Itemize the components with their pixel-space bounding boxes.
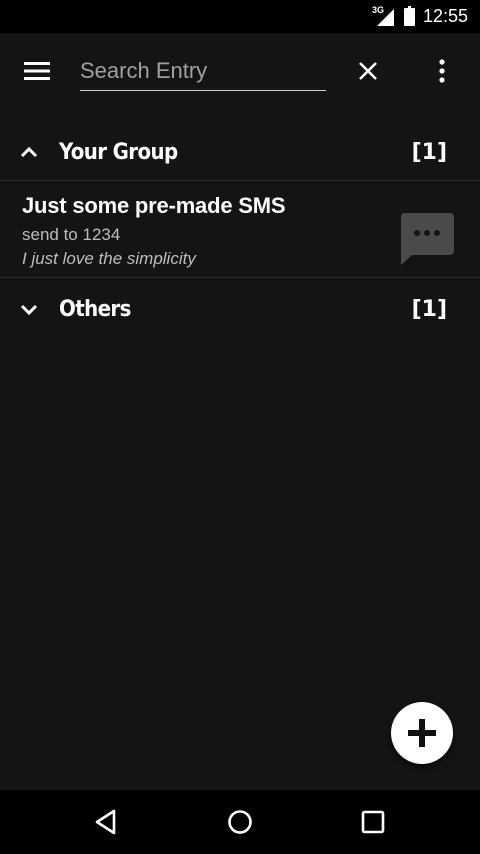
recents-square-icon[interactable] xyxy=(359,808,387,836)
group-name: Others xyxy=(59,296,131,322)
search-field[interactable] xyxy=(80,53,326,91)
chevron-up-icon xyxy=(18,141,40,163)
clock: 12:55 xyxy=(422,6,468,26)
signal-icon: 3G xyxy=(371,4,396,27)
status-bar: 3G 12:55 xyxy=(0,0,480,33)
entry-recipient: send to 1234 xyxy=(22,225,121,244)
search-input[interactable] xyxy=(80,53,326,89)
close-icon[interactable] xyxy=(352,57,384,85)
entry-note: I just love the simplicity xyxy=(22,249,196,268)
more-vert-icon[interactable] xyxy=(430,55,454,87)
list-item[interactable]: Just some pre-made SMS send to 1234 I ju… xyxy=(0,181,480,277)
battery-icon xyxy=(403,5,415,26)
sms-icon[interactable] xyxy=(398,211,456,267)
app-bar xyxy=(0,33,480,108)
divider xyxy=(0,277,480,278)
navigation-bar xyxy=(0,790,480,854)
plus-icon xyxy=(408,719,436,747)
home-circle-icon[interactable] xyxy=(226,808,254,836)
group-header-others[interactable]: Others [1] xyxy=(0,281,480,337)
back-triangle-icon[interactable] xyxy=(92,808,120,836)
group-count: [1] xyxy=(411,139,447,165)
add-button[interactable] xyxy=(391,702,453,764)
entry-title: Just some pre-made SMS xyxy=(22,193,286,218)
group-name: Your Group xyxy=(59,139,178,165)
group-header-your-group[interactable]: Your Group [1] xyxy=(0,124,480,180)
chevron-down-icon xyxy=(18,298,40,320)
group-count: [1] xyxy=(411,296,447,322)
hamburger-icon[interactable] xyxy=(22,59,52,83)
network-type: 3G xyxy=(371,4,384,15)
